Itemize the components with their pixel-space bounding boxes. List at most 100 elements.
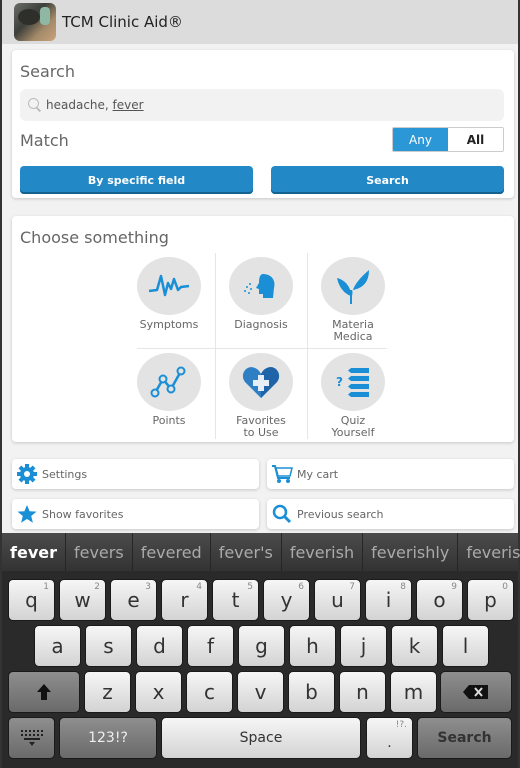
show-favorites-button[interactable]: Show favorites [12, 499, 259, 529]
key-y[interactable]: y6 [263, 579, 310, 621]
search-input[interactable]: headache, fever [46, 98, 144, 112]
app-logo-icon [14, 3, 56, 41]
key-i[interactable]: i8 [365, 579, 412, 621]
search-heading: Search [20, 62, 75, 81]
choose-heading: Choose something [20, 228, 169, 247]
suggestion-item[interactable]: feverishly [363, 533, 459, 571]
app-title: TCM Clinic Aid® [62, 13, 183, 31]
key-u[interactable]: u7 [314, 579, 361, 621]
key-s[interactable]: s [85, 625, 132, 667]
search-icon [271, 503, 293, 525]
title-bar: TCM Clinic Aid® [2, 0, 518, 44]
tile-label: Favorites to Use [236, 415, 286, 439]
star-icon [16, 503, 38, 525]
key-label: w [74, 588, 91, 612]
match-toggle: Any All [392, 127, 504, 152]
svg-text:?: ? [336, 375, 343, 389]
symbols-key[interactable]: 123!? [59, 717, 157, 759]
keyboard-hide-key[interactable] [8, 717, 55, 759]
period-alt-label: !?. [395, 720, 407, 730]
head-breath-icon [229, 257, 293, 315]
shift-key[interactable] [8, 671, 80, 713]
app-window: TCM Clinic Aid® Search headache, fever M… [0, 0, 520, 768]
key-label: q [25, 588, 38, 612]
key-d[interactable]: d [136, 625, 183, 667]
key-f[interactable]: f [187, 625, 234, 667]
key-v[interactable]: v [237, 671, 284, 713]
match-any-option[interactable]: Any [393, 128, 448, 151]
key-alt-number: 1 [43, 582, 49, 592]
key-l[interactable]: l [442, 625, 489, 667]
suggestion-item[interactable]: fever's [211, 533, 282, 571]
quiz-list-icon: ? [321, 353, 385, 411]
tile-quiz-yourself[interactable]: ? Quiz Yourself [308, 349, 398, 443]
suggestion-strip: fever fevers fevered fever's feverish fe… [2, 533, 520, 571]
search-input-text: headache, [46, 98, 113, 112]
search-button[interactable]: Search [271, 166, 504, 194]
key-j[interactable]: j [340, 625, 387, 667]
period-key[interactable]: . !?. [366, 717, 413, 759]
show-favorites-label: Show favorites [42, 507, 124, 521]
key-q[interactable]: q1 [8, 579, 55, 621]
previous-search-button[interactable]: Previous search [267, 499, 514, 529]
search-field[interactable]: headache, fever [20, 89, 504, 121]
suggestion-item[interactable]: feverish [282, 533, 364, 571]
key-alt-number: 4 [196, 582, 202, 592]
key-x[interactable]: x [135, 671, 182, 713]
key-label: i [385, 588, 392, 612]
match-all-option[interactable]: All [448, 128, 503, 151]
key-p[interactable]: p0 [467, 579, 514, 621]
shift-arrow-icon [37, 684, 51, 700]
key-a[interactable]: a [34, 625, 81, 667]
suggestion-item[interactable]: fevered [133, 533, 211, 571]
key-alt-number: 0 [502, 582, 508, 592]
key-w[interactable]: w2 [59, 579, 106, 621]
tile-symptoms[interactable]: Symptoms [124, 253, 214, 347]
key-label: t [231, 588, 240, 612]
key-r[interactable]: r4 [161, 579, 208, 621]
soft-keyboard: fever fevers fevered fever's feverish fe… [2, 533, 520, 768]
key-label: p [484, 588, 497, 612]
cart-icon [271, 463, 293, 485]
keyboard-search-key[interactable]: Search [417, 717, 512, 759]
settings-label: Settings [42, 467, 88, 481]
search-card: Search headache, fever Match Any All By … [12, 50, 514, 198]
key-h[interactable]: h [289, 625, 336, 667]
my-cart-label: My cart [297, 467, 339, 481]
key-n[interactable]: n [339, 671, 386, 713]
key-t[interactable]: t5 [212, 579, 259, 621]
match-label: Match [20, 131, 69, 150]
suggestion-item[interactable]: feverish [458, 533, 520, 571]
keyboard-hide-icon [20, 730, 43, 746]
key-c[interactable]: c [186, 671, 233, 713]
key-alt-number: 9 [451, 582, 457, 592]
backspace-icon [463, 685, 488, 699]
tile-points[interactable]: Points [124, 349, 214, 443]
key-b[interactable]: b [288, 671, 335, 713]
tile-label: Materia Medica [332, 319, 374, 343]
key-e[interactable]: e3 [110, 579, 157, 621]
category-grid: Symptoms Diagnosis MateriaMedica Points [137, 253, 387, 439]
tile-label-line: Medica [333, 330, 373, 343]
tile-label-line: to Use [243, 426, 279, 439]
tile-materia-medica[interactable]: Materia Medica [308, 253, 398, 347]
space-key[interactable]: Space [161, 717, 361, 759]
backspace-key[interactable] [440, 671, 512, 713]
by-specific-field-button[interactable]: By specific field [20, 166, 253, 194]
my-cart-button[interactable]: My cart [267, 459, 514, 489]
tile-favorites-to-use[interactable]: Favorites to Use [216, 349, 306, 443]
tile-diagnosis[interactable]: Diagnosis [216, 253, 306, 347]
key-alt-number: 2 [94, 582, 100, 592]
tile-label: Symptoms [139, 318, 199, 331]
key-k[interactable]: k [391, 625, 438, 667]
key-m[interactable]: m [390, 671, 437, 713]
key-o[interactable]: o9 [416, 579, 463, 621]
leaf-icon [321, 257, 385, 315]
previous-search-label: Previous search [297, 507, 384, 521]
key-alt-number: 7 [349, 582, 355, 592]
suggestion-item[interactable]: fevers [66, 533, 133, 571]
settings-button[interactable]: Settings [12, 459, 259, 489]
key-g[interactable]: g [238, 625, 285, 667]
suggestion-item[interactable]: fever [2, 533, 66, 571]
key-z[interactable]: z [84, 671, 131, 713]
